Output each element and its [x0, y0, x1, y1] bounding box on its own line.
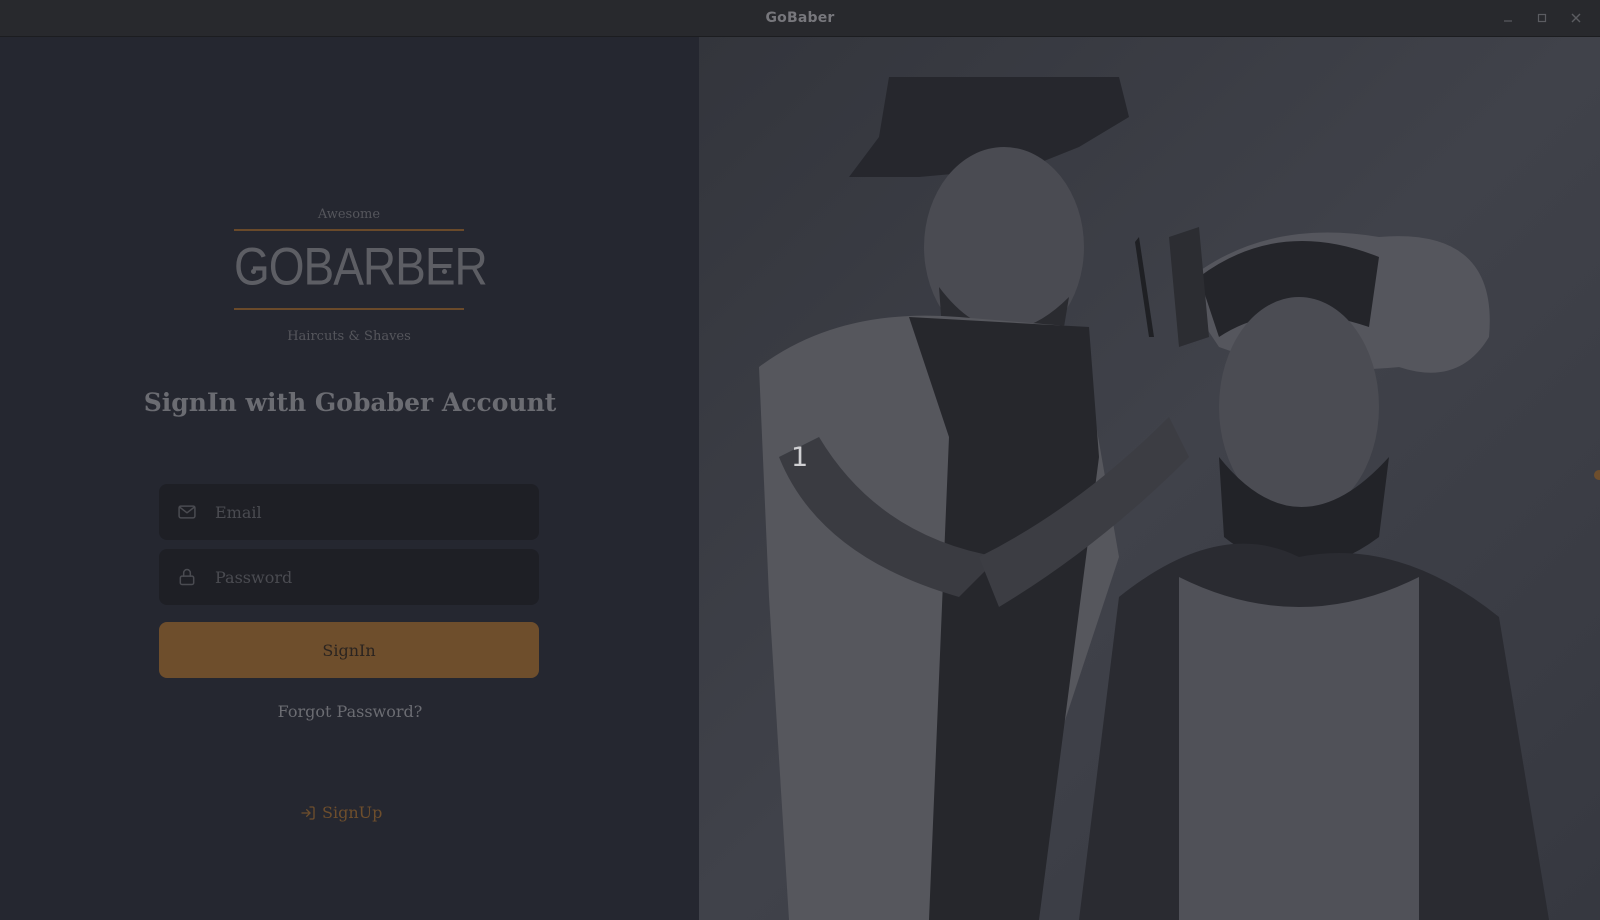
page-number-label: 1 — [791, 442, 809, 473]
page-title: SignIn with Gobaber Account — [143, 388, 557, 417]
window-title: GoBaber — [765, 10, 835, 26]
log-in-icon — [300, 805, 316, 821]
gobarber-logo: Awesome GOBARBER Haircuts & Shaves — [234, 167, 488, 344]
signin-button[interactable]: SignIn — [159, 622, 539, 678]
forgot-password-link[interactable]: Forgot Password? — [120, 702, 580, 721]
title-bar: GoBaber — [0, 0, 1600, 37]
password-input[interactable] — [213, 566, 517, 588]
signin-panel: Awesome GOBARBER Haircuts & Shaves SignI… — [0, 37, 699, 920]
email-field[interactable] — [159, 484, 539, 540]
logo-divider-top — [234, 229, 464, 231]
password-field[interactable] — [159, 549, 539, 605]
barber-photo: 1 — [699, 37, 1600, 920]
maximize-icon[interactable] — [1532, 8, 1552, 28]
logo-dot-right — [442, 269, 447, 274]
logo-divider-bottom — [234, 308, 464, 310]
signup-link[interactable]: SignUp — [300, 803, 382, 822]
close-icon[interactable] — [1566, 8, 1586, 28]
logo-tagline-bottom: Haircuts & Shaves — [287, 329, 411, 344]
mail-icon — [177, 502, 197, 522]
signup-label: SignUp — [322, 803, 383, 822]
app-window: GoBaber Awesome GOBARBER Haircuts & Shav… — [0, 0, 1600, 920]
scroll-indicator — [1594, 470, 1600, 480]
lock-icon — [177, 567, 197, 587]
minimize-icon[interactable] — [1498, 8, 1518, 28]
logo-tagline-top: Awesome — [317, 207, 381, 222]
email-input[interactable] — [213, 501, 517, 523]
logo-brand-name: GOBARBER — [234, 236, 488, 296]
window-controls — [1498, 0, 1586, 36]
barber-photo-illustration — [699, 37, 1600, 920]
